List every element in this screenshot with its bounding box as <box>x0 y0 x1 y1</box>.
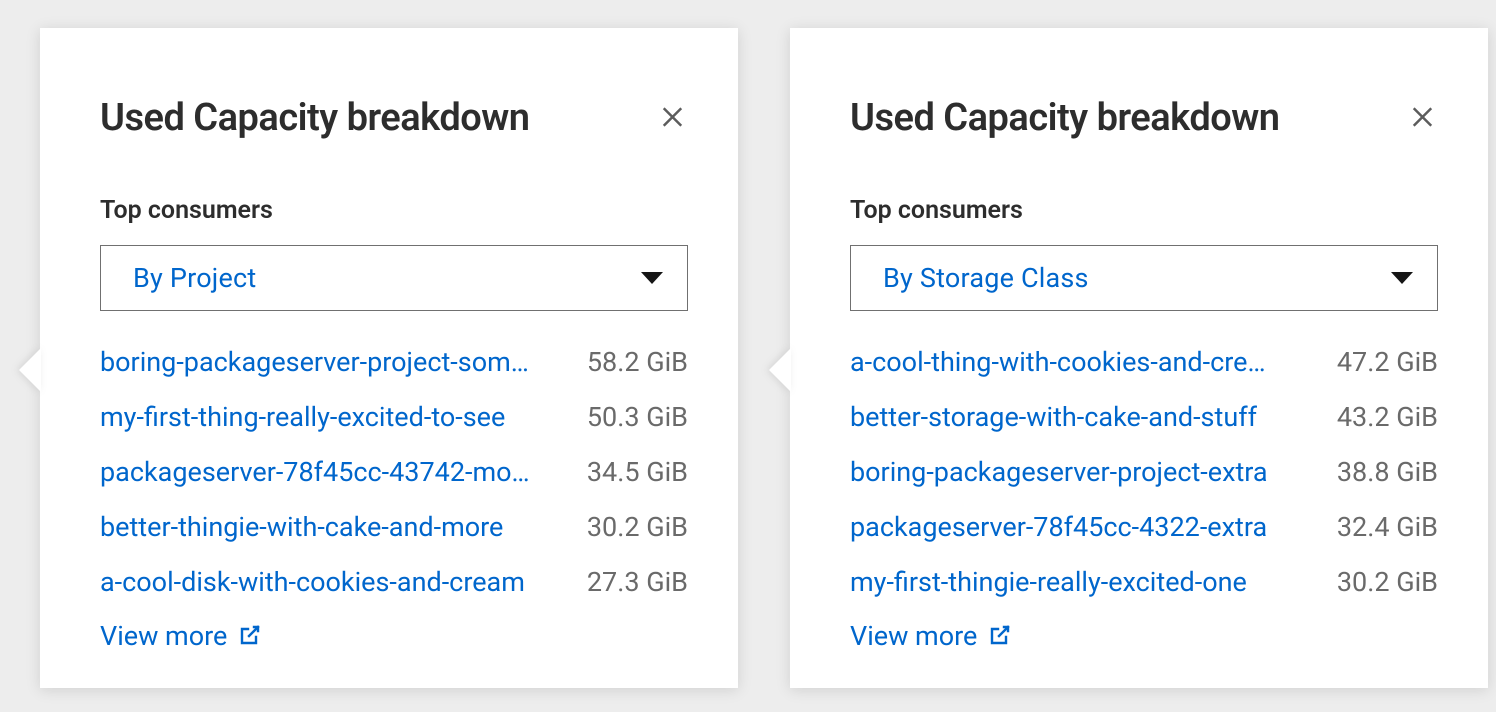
view-more-link[interactable]: View more <box>850 620 1011 652</box>
chevron-down-icon <box>1391 272 1413 284</box>
consumer-size: 32.4 GiB <box>1325 512 1438 543</box>
consumer-size: 50.3 GiB <box>575 402 688 433</box>
dropdown-value: By Project <box>133 262 256 294</box>
list-item: a-cool-disk-with-cookies-and-cream 27.3 … <box>100 555 688 610</box>
external-link-icon <box>237 624 261 648</box>
consumer-link[interactable]: boring-packageserver-project-something <box>100 347 530 378</box>
list-item: boring-packageserver-project-something 5… <box>100 335 688 390</box>
consumer-size: 43.2 GiB <box>1325 402 1438 433</box>
view-more-label: View more <box>850 620 977 652</box>
card-title: Used Capacity breakdown <box>850 98 1290 140</box>
consumer-link[interactable]: better-thingie-with-cake-and-more <box>100 512 503 543</box>
list-item: my-first-thingie-really-excited-one 30.2… <box>850 555 1438 610</box>
external-link-icon <box>987 624 1011 648</box>
card-title: Used Capacity breakdown <box>100 98 540 140</box>
view-more-label: View more <box>100 620 227 652</box>
list-item: packageserver-78f45cc-43742-more 34.5 Gi… <box>100 445 688 500</box>
capacity-breakdown-card: Used Capacity breakdown Top consumers By… <box>40 28 738 688</box>
consumer-size: 58.2 GiB <box>575 347 688 378</box>
list-item: my-first-thing-really-excited-to-see 50.… <box>100 390 688 445</box>
consumer-size: 38.8 GiB <box>1325 457 1438 488</box>
consumer-link[interactable]: my-first-thing-really-excited-to-see <box>100 402 505 433</box>
dropdown-value: By Storage Class <box>883 262 1089 294</box>
group-by-dropdown[interactable]: By Project <box>100 245 688 311</box>
top-consumers-label: Top consumers <box>100 196 688 225</box>
close-icon[interactable] <box>658 98 688 132</box>
popover-pointer-icon <box>769 348 791 392</box>
view-more-link[interactable]: View more <box>100 620 261 652</box>
consumer-list: boring-packageserver-project-something 5… <box>100 335 688 610</box>
group-by-dropdown[interactable]: By Storage Class <box>850 245 1438 311</box>
list-item: boring-packageserver-project-extra 38.8 … <box>850 445 1438 500</box>
consumer-size: 30.2 GiB <box>1325 567 1438 598</box>
popover-pointer-icon <box>19 348 41 392</box>
consumer-link[interactable]: a-cool-thing-with-cookies-and-cream <box>850 347 1280 378</box>
top-consumers-label: Top consumers <box>850 196 1438 225</box>
chevron-down-icon <box>641 272 663 284</box>
consumer-size: 47.2 GiB <box>1325 347 1438 378</box>
list-item: better-storage-with-cake-and-stuff 43.2 … <box>850 390 1438 445</box>
consumer-link[interactable]: packageserver-78f45cc-43742-more <box>100 457 530 488</box>
list-item: a-cool-thing-with-cookies-and-cream 47.2… <box>850 335 1438 390</box>
consumer-size: 34.5 GiB <box>575 457 688 488</box>
list-item: packageserver-78f45cc-4322-extra 32.4 Gi… <box>850 500 1438 555</box>
capacity-breakdown-card: Used Capacity breakdown Top consumers By… <box>790 28 1488 688</box>
consumer-link[interactable]: packageserver-78f45cc-4322-extra <box>850 512 1267 543</box>
consumer-link[interactable]: boring-packageserver-project-extra <box>850 457 1268 488</box>
consumer-link[interactable]: better-storage-with-cake-and-stuff <box>850 402 1257 433</box>
consumer-link[interactable]: my-first-thingie-really-excited-one <box>850 567 1247 598</box>
consumer-list: a-cool-thing-with-cookies-and-cream 47.2… <box>850 335 1438 610</box>
consumer-size: 30.2 GiB <box>575 512 688 543</box>
consumer-size: 27.3 GiB <box>575 567 688 598</box>
close-icon[interactable] <box>1408 98 1438 132</box>
list-item: better-thingie-with-cake-and-more 30.2 G… <box>100 500 688 555</box>
consumer-link[interactable]: a-cool-disk-with-cookies-and-cream <box>100 567 525 598</box>
